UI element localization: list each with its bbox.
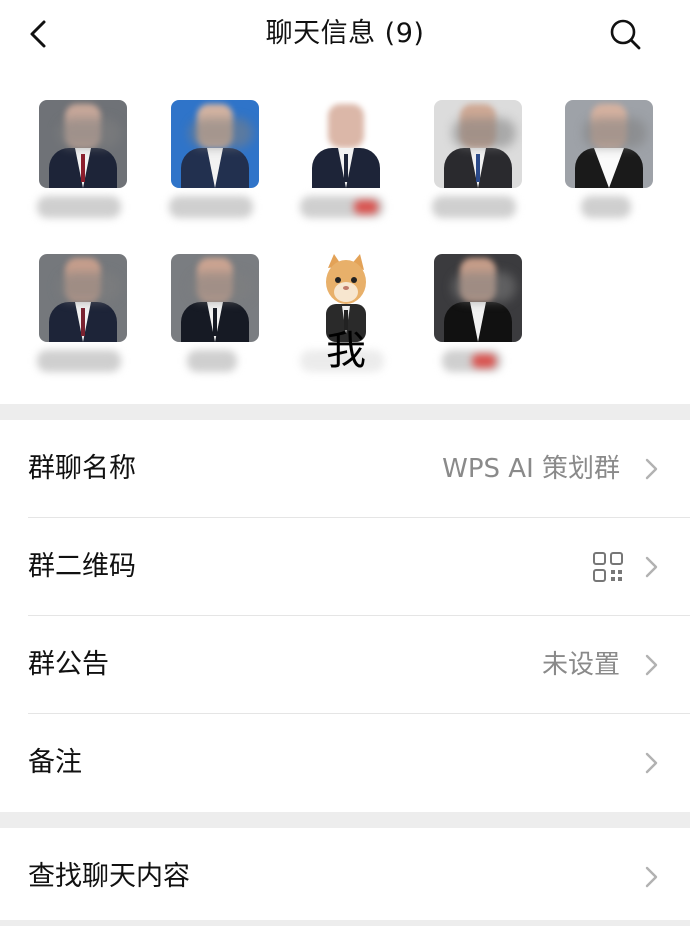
member-avatar[interactable] bbox=[165, 72, 265, 222]
member-name-redacted bbox=[169, 196, 253, 218]
member-grid: 我 bbox=[0, 72, 690, 404]
group-qr-row[interactable]: 群二维码 bbox=[0, 518, 690, 616]
member-name-redacted bbox=[37, 196, 121, 218]
member-avatar[interactable] bbox=[33, 72, 133, 222]
group-name-row[interactable]: 群聊名称 WPS AI 策划群 bbox=[0, 420, 690, 518]
chevron-right-icon bbox=[645, 458, 658, 480]
member-name-redacted bbox=[432, 196, 516, 218]
group-name-label: 群聊名称 bbox=[28, 453, 136, 484]
page-title: 聊天信息 (9) bbox=[265, 18, 425, 49]
avatar bbox=[302, 100, 390, 188]
search-icon bbox=[610, 19, 641, 50]
member-name-redacted bbox=[300, 196, 384, 218]
chevron-right-icon bbox=[645, 556, 658, 578]
avatar bbox=[565, 100, 653, 188]
group-announcement-row[interactable]: 群公告 未设置 bbox=[0, 616, 690, 714]
remark-label: 备注 bbox=[28, 747, 82, 778]
avatar bbox=[171, 254, 259, 342]
self-label: 我 bbox=[326, 328, 366, 374]
member-avatar[interactable] bbox=[428, 72, 528, 222]
member-avatar[interactable] bbox=[165, 226, 265, 376]
avatar bbox=[39, 100, 127, 188]
avatar bbox=[434, 254, 522, 342]
qr-code-icon bbox=[593, 552, 623, 582]
find-chat-content-label: 查找聊天内容 bbox=[28, 861, 190, 892]
member-avatar[interactable] bbox=[33, 226, 133, 376]
group-qr-label: 群二维码 bbox=[28, 551, 136, 582]
member-name-redacted bbox=[581, 196, 631, 218]
member-name-redacted bbox=[37, 350, 121, 372]
group-settings-section: 群聊名称 WPS AI 策划群 群二维码 群公告 未设置 备注 bbox=[0, 420, 690, 812]
search-chat-section: 查找聊天内容 bbox=[0, 828, 690, 920]
avatar bbox=[434, 100, 522, 188]
member-name-redacted bbox=[187, 350, 237, 372]
find-chat-content-row[interactable]: 查找聊天内容 bbox=[0, 828, 690, 926]
chevron-right-icon bbox=[645, 866, 658, 888]
member-avatar[interactable] bbox=[296, 72, 396, 222]
avatar bbox=[39, 254, 127, 342]
chevron-right-icon bbox=[645, 752, 658, 774]
member-name-redacted bbox=[442, 350, 502, 372]
group-name-value: WPS AI 策划群 bbox=[442, 454, 620, 484]
group-announcement-label: 群公告 bbox=[28, 649, 109, 680]
member-avatar[interactable] bbox=[559, 72, 659, 222]
chevron-right-icon bbox=[645, 654, 658, 676]
member-avatar[interactable] bbox=[428, 226, 528, 376]
remark-row[interactable]: 备注 bbox=[0, 714, 690, 812]
avatar bbox=[171, 100, 259, 188]
nav-bar: 聊天信息 (9) bbox=[0, 0, 690, 72]
member-self[interactable]: 我 bbox=[296, 226, 396, 376]
group-announcement-value: 未设置 bbox=[541, 650, 620, 680]
search-button[interactable] bbox=[605, 15, 645, 55]
